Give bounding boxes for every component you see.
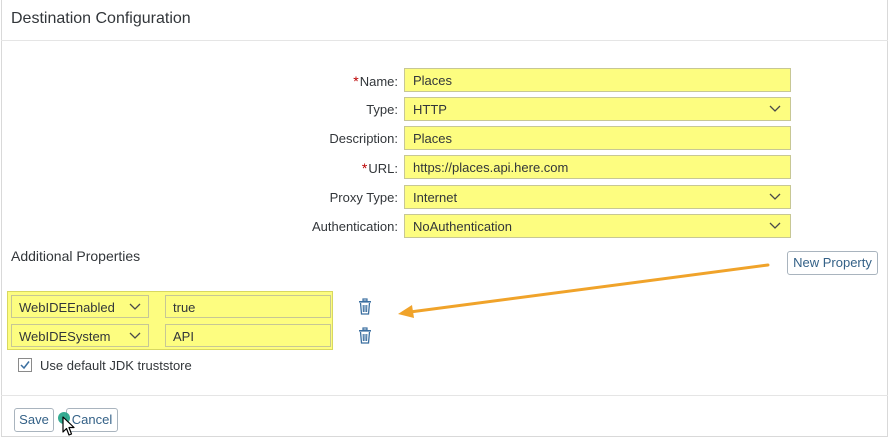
additional-properties-title: Additional Properties (11, 248, 141, 264)
trash-icon[interactable] (357, 327, 373, 344)
checkmark-icon (20, 361, 30, 370)
authentication-select[interactable]: NoAuthentication (404, 214, 791, 238)
footer-divider (1, 395, 888, 396)
chevron-down-icon (769, 222, 781, 229)
save-button[interactable]: Save (14, 408, 54, 432)
type-label: Type: (366, 102, 398, 117)
jdk-truststore-label: Use default JDK truststore (40, 358, 192, 373)
property-value-input[interactable]: true (165, 295, 331, 318)
title-divider (1, 40, 888, 41)
authentication-label: Authentication: (311, 219, 398, 234)
description-label: Description: (329, 131, 398, 146)
proxy-type-select[interactable]: Internet (404, 185, 791, 209)
trash-icon[interactable] (357, 298, 373, 315)
property-value-input[interactable]: API (165, 324, 331, 347)
new-property-button[interactable]: New Property (787, 251, 878, 275)
proxy-type-label: Proxy Type: (329, 190, 398, 205)
property-key-select[interactable]: WebIDEEnabled (11, 295, 149, 318)
jdk-truststore-checkbox[interactable] (18, 358, 32, 372)
required-marker: * (353, 73, 359, 89)
type-select[interactable]: HTTP (404, 97, 791, 121)
chevron-down-icon (129, 332, 141, 339)
chevron-down-icon (769, 193, 781, 200)
mouse-cursor-icon (62, 416, 75, 436)
page-title: Destination Configuration (11, 10, 191, 27)
name-input[interactable]: Places (404, 68, 791, 92)
name-label: *Name: (353, 73, 398, 89)
property-key-select[interactable]: WebIDESystem (11, 324, 149, 347)
chevron-down-icon (769, 105, 781, 112)
url-input[interactable]: https://places.api.here.com (404, 155, 791, 179)
description-input[interactable]: Places (404, 126, 791, 150)
chevron-down-icon (129, 303, 141, 310)
required-marker: * (361, 160, 368, 176)
url-label: *URL: (361, 160, 398, 176)
